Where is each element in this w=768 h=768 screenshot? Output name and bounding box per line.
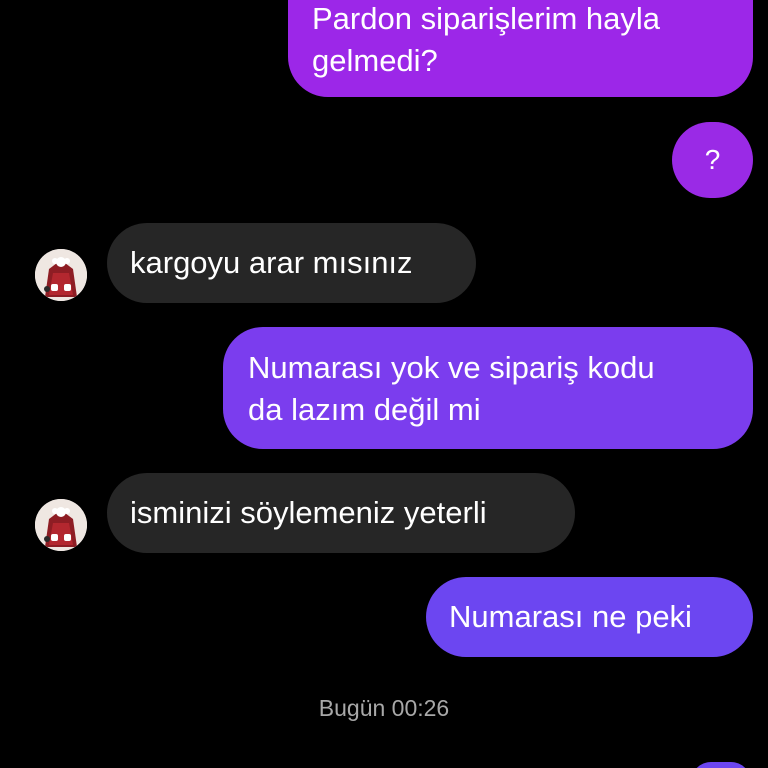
incoming-message-bubble[interactable]: isminizi söylemeniz yeterli — [107, 473, 575, 553]
message-line: da lazım değil mi — [248, 392, 481, 427]
contact-avatar[interactable] — [35, 499, 87, 551]
avatar-icon — [35, 499, 87, 551]
outgoing-message-bubble-partial[interactable] — [691, 762, 751, 768]
message-line: kargoyu arar mısınız — [130, 245, 413, 280]
contact-avatar[interactable] — [35, 249, 87, 301]
message-timestamp: Bugün 00:26 — [318, 695, 450, 721]
outgoing-message-bubble[interactable]: Numarası ne peki — [426, 577, 753, 657]
outgoing-message-bubble[interactable]: ? — [672, 122, 753, 198]
message-line: ? — [704, 144, 721, 175]
avatar-icon — [35, 249, 87, 301]
message-line: gelmedi? — [312, 43, 438, 78]
incoming-message-bubble[interactable]: kargoyu arar mısınız — [107, 223, 476, 303]
chat-thread: Pardon siparişlerim hayla gelmedi? ? kar… — [0, 0, 768, 768]
message-line: isminizi söylemeniz yeterli — [130, 495, 487, 530]
outgoing-message-bubble[interactable]: Numarası yok ve sipariş kodu da lazım de… — [223, 327, 753, 449]
message-line: Pardon siparişlerim hayla — [312, 1, 661, 36]
outgoing-message-bubble[interactable]: Pardon siparişlerim hayla gelmedi? — [288, 0, 753, 97]
message-line: Numarası ne peki — [449, 599, 692, 634]
message-line: Numarası yok ve sipariş kodu — [248, 350, 655, 385]
